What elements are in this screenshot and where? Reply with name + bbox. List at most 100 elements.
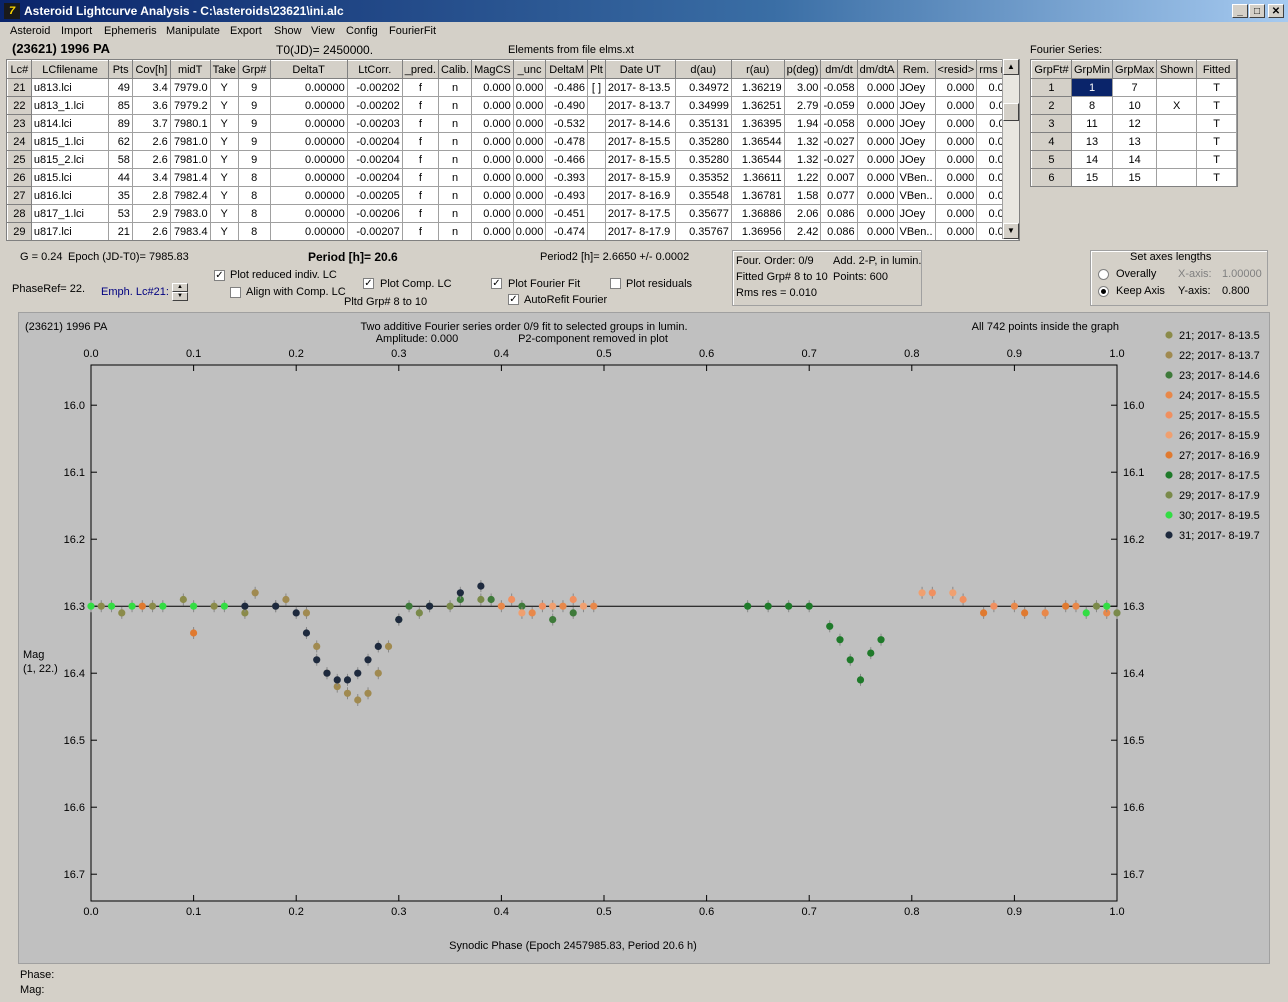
table-cell[interactable]: 0.35280 — [674, 132, 732, 151]
table-cell[interactable]: JOey — [896, 78, 936, 97]
table-cell[interactable]: 0.000 — [512, 132, 547, 151]
table-cell[interactable]: 7981.0 — [169, 132, 211, 151]
table-cell[interactable]: 0.000 — [512, 222, 547, 240]
table-cell[interactable]: f — [401, 114, 439, 133]
table-cell[interactable]: n — [437, 96, 473, 115]
table-cell[interactable]: 1.36956 — [730, 222, 785, 240]
lc-col-header[interactable]: Date UT — [604, 60, 676, 79]
lc-col-header[interactable]: LCfilename — [30, 60, 110, 79]
table-cell[interactable]: 2.42 — [783, 222, 822, 240]
table-cell[interactable]: n — [437, 114, 473, 133]
y-axis-value[interactable]: 0.800 — [1222, 285, 1250, 297]
table-row[interactable]: 23 u814.lci 89 3.7 7980.1 Y 9 0.00000 -0.00203 f n… — [7, 114, 1019, 133]
lc-col-header[interactable]: d(au) — [674, 60, 732, 79]
table-cell[interactable]: 2017- 8-15.9 — [604, 168, 676, 187]
table-cell[interactable]: T — [1196, 150, 1237, 169]
lc-col-header[interactable]: Rem. — [896, 60, 936, 79]
table-cell[interactable]: JOey — [896, 132, 936, 151]
table-cell[interactable]: 14 — [1112, 150, 1158, 169]
table-cell[interactable]: 0.00000 — [269, 150, 348, 169]
table-cell[interactable]: Y — [209, 186, 239, 205]
table-cell[interactable]: JOey — [896, 114, 936, 133]
table-cell[interactable]: 5 — [1031, 150, 1072, 169]
table-cell[interactable]: 2017- 8-13.7 — [604, 96, 676, 115]
table-row[interactable]: 29 u817.lci 21 2.6 7983.4 Y 8 0.00000 -0.00207 f n… — [7, 222, 1019, 240]
table-cell[interactable]: 2017- 8-15.5 — [604, 150, 676, 169]
table-cell[interactable]: 0.007 — [820, 168, 858, 187]
table-cell[interactable]: f — [401, 168, 439, 187]
menu-ephemeris[interactable]: Ephemeris — [104, 25, 157, 37]
lc-col-header[interactable]: midT — [169, 60, 211, 79]
table-row[interactable]: 22 u813_1.lci 85 3.6 7979.2 Y 9 0.00000 -0.00202… — [7, 96, 1019, 115]
table-cell[interactable]: 12 — [1112, 114, 1158, 133]
table-cell[interactable]: 3.6 — [131, 96, 171, 115]
table-cell[interactable]: 0.000 — [471, 150, 514, 169]
table-cell[interactable]: 2.6 — [131, 150, 171, 169]
menu-config[interactable]: Config — [346, 25, 378, 37]
table-cell[interactable]: 1.36886 — [730, 204, 785, 223]
fourier-series-table[interactable]: GrpFt# GrpMin GrpMax Shown Fitted 1 1 7 T 2 8 10 X T… — [1030, 59, 1238, 187]
table-cell[interactable]: 0.00000 — [269, 204, 348, 223]
table-cell[interactable]: -0.00204 — [346, 168, 403, 187]
table-cell[interactable]: -0.00204 — [346, 150, 403, 169]
lc-col-header[interactable]: p(deg) — [783, 60, 822, 79]
table-cell[interactable]: 2017- 8-14.6 — [604, 114, 676, 133]
fourier-col-header[interactable]: GrpFt# — [1031, 60, 1072, 79]
table-cell[interactable]: -0.00205 — [346, 186, 403, 205]
table-cell[interactable]: T — [1196, 96, 1237, 115]
table-cell[interactable]: -0.00207 — [346, 222, 403, 240]
table-cell[interactable] — [587, 168, 606, 187]
keep-axis-radio[interactable] — [1098, 286, 1109, 297]
menu-view[interactable]: View — [311, 25, 335, 37]
table-cell[interactable]: u817_1.lci — [30, 204, 110, 223]
table-cell[interactable]: 1.36395 — [730, 114, 785, 133]
table-cell[interactable]: 0.00000 — [269, 168, 348, 187]
overally-radio[interactable] — [1098, 269, 1109, 280]
table-cell[interactable] — [1156, 78, 1198, 97]
table-cell[interactable]: u813_1.lci — [30, 96, 110, 115]
table-cell[interactable]: -0.490 — [545, 96, 589, 115]
table-row[interactable]: 24 u815_1.lci 62 2.6 7981.0 Y 9 0.00000 -0.00204… — [7, 132, 1019, 151]
table-cell[interactable]: 0.000 — [856, 114, 898, 133]
lc-col-header[interactable]: MagCS — [471, 60, 514, 79]
menu-export[interactable]: Export — [230, 25, 262, 37]
table-cell[interactable]: 0.000 — [471, 78, 514, 97]
scroll-up-icon[interactable]: ▲ — [1003, 59, 1019, 75]
lc-col-header[interactable]: Take — [209, 60, 239, 79]
table-cell[interactable]: 62 — [108, 132, 133, 151]
table-cell[interactable]: 13 — [1070, 132, 1114, 151]
table-cell[interactable] — [587, 132, 606, 151]
scroll-down-icon[interactable]: ▼ — [1003, 223, 1019, 239]
table-cell[interactable]: 14 — [1070, 150, 1114, 169]
table-cell[interactable]: 35 — [108, 186, 133, 205]
table-cell[interactable]: 8 — [237, 168, 271, 187]
table-cell[interactable]: -0.532 — [545, 114, 589, 133]
table-cell[interactable]: 2.79 — [783, 96, 822, 115]
table-cell[interactable]: 7981.0 — [169, 150, 211, 169]
table-cell[interactable]: 89 — [108, 114, 133, 133]
table-cell[interactable] — [1156, 132, 1198, 151]
lc-col-header[interactable]: Grp# — [237, 60, 271, 79]
table-cell[interactable]: VBen.. — [896, 222, 936, 240]
table-cell[interactable]: 0.000 — [934, 114, 978, 133]
table-cell[interactable]: 0.000 — [934, 132, 978, 151]
table-row[interactable]: 3 11 12 T — [1031, 114, 1237, 133]
menu-asteroid[interactable]: Asteroid — [10, 25, 50, 37]
table-cell[interactable]: 0.00000 — [269, 114, 348, 133]
table-cell[interactable]: 0.000 — [856, 132, 898, 151]
table-cell[interactable]: 9 — [237, 114, 271, 133]
table-cell[interactable]: 0.000 — [934, 150, 978, 169]
table-cell[interactable]: 0.35280 — [674, 150, 732, 169]
close-button[interactable]: ✕ — [1268, 4, 1284, 18]
table-cell[interactable]: 23 — [7, 114, 32, 133]
table-cell[interactable]: 29 — [7, 222, 32, 240]
fourier-col-header[interactable]: GrpMin — [1070, 60, 1114, 79]
table-cell[interactable] — [1156, 150, 1198, 169]
table-cell[interactable]: 2.8 — [131, 186, 171, 205]
lc-col-header[interactable]: _pred. — [401, 60, 439, 79]
table-cell[interactable]: 0.00000 — [269, 186, 348, 205]
table-cell[interactable]: 0.000 — [856, 96, 898, 115]
table-cell[interactable]: 2.6 — [131, 222, 171, 240]
table-cell[interactable]: 0.000 — [512, 96, 547, 115]
table-cell[interactable]: 4 — [1031, 132, 1072, 151]
